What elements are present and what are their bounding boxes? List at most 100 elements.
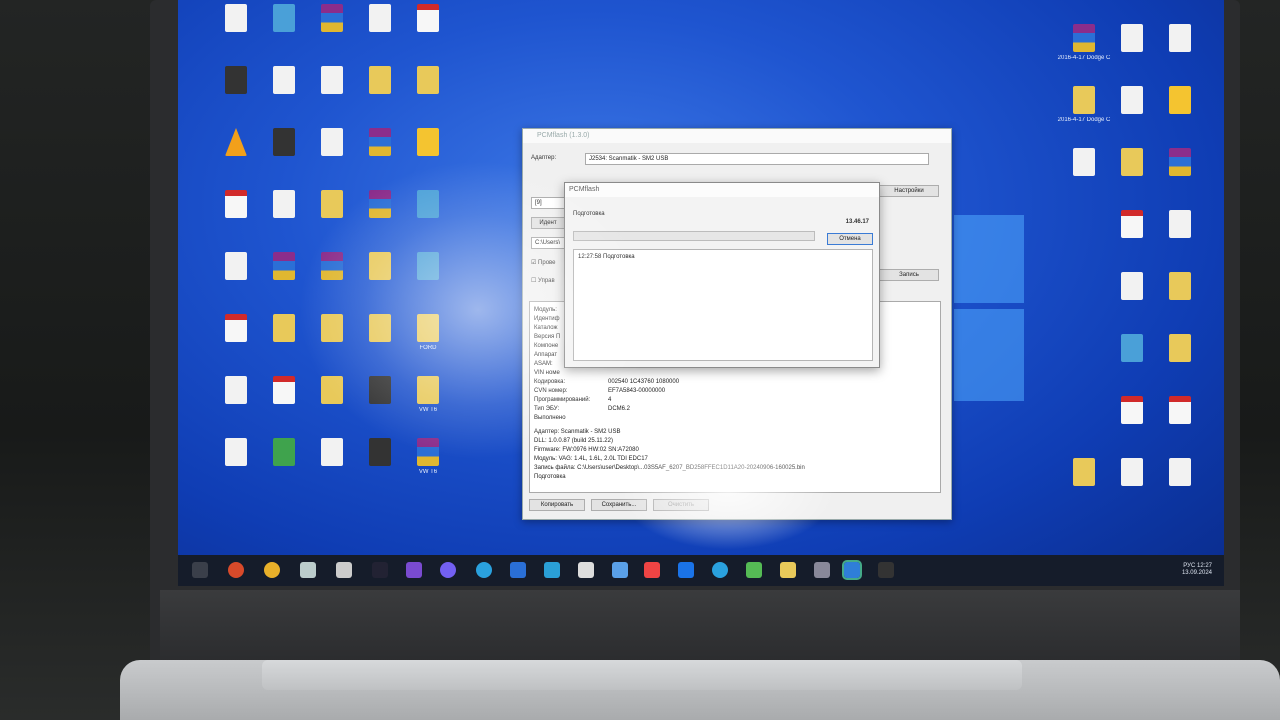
- desktop-icon[interactable]: [1152, 396, 1208, 458]
- progress-dialog[interactable]: PCMflash Подготовка 13.46.17 Отмена 12:2…: [564, 182, 880, 368]
- dark-icon: [369, 376, 391, 404]
- desktop-icon[interactable]: [400, 252, 456, 314]
- path-field[interactable]: C:\Users\: [531, 237, 565, 249]
- telegram-icon[interactable]: [712, 562, 728, 578]
- pdf-icon: [1121, 396, 1143, 424]
- identify-button[interactable]: Идент: [531, 217, 565, 229]
- save-button[interactable]: Сохранить...: [591, 499, 647, 511]
- file-icon: [321, 438, 343, 466]
- file-icon: [1169, 458, 1191, 486]
- desktop-icon[interactable]: [400, 66, 456, 128]
- module-select[interactable]: [9]: [531, 197, 565, 209]
- rar-icon: [321, 4, 343, 32]
- pcmflash-taskbar-icon[interactable]: [842, 560, 862, 580]
- rar-icon: [417, 438, 439, 466]
- app-icon[interactable]: [544, 562, 560, 578]
- file-icon: [1169, 24, 1191, 52]
- verify-label: Прове: [538, 260, 556, 266]
- app-icon[interactable]: [372, 562, 388, 578]
- pdf-icon: [417, 4, 439, 32]
- progress-status: Подготовка: [573, 211, 605, 217]
- desktop-icon-label: FORD: [419, 345, 437, 351]
- clock-time[interactable]: 12:27: [1197, 563, 1212, 569]
- app-icon[interactable]: [746, 562, 762, 578]
- desktop-icon[interactable]: [1152, 334, 1208, 396]
- pdf-icon: [225, 190, 247, 218]
- desktop-icon[interactable]: [1152, 24, 1208, 86]
- opera-icon[interactable]: [228, 562, 244, 578]
- windows-logo-wallpaper: [954, 215, 1024, 405]
- net-icon: [273, 4, 295, 32]
- folder-icon: [369, 66, 391, 94]
- folder-icon: [1121, 148, 1143, 176]
- viber-icon[interactable]: [440, 562, 456, 578]
- net-icon: [417, 190, 439, 218]
- info-label: Идентиф: [534, 316, 560, 322]
- info-label: Выполнено: [534, 415, 566, 421]
- info-label: Каталож: [534, 325, 558, 331]
- control-checkbox[interactable]: ☐ Управ: [531, 277, 555, 284]
- app-icon[interactable]: [510, 562, 526, 578]
- desktop-icon[interactable]: [400, 4, 456, 66]
- folder-icon: [1073, 458, 1095, 486]
- system-tray[interactable]: РУС 12:27 13.09.2024: [1182, 563, 1212, 577]
- file-icon: [225, 376, 247, 404]
- chrome-icon[interactable]: [264, 562, 280, 578]
- app-icon[interactable]: [578, 562, 594, 578]
- info-label: Модуль:: [534, 307, 557, 313]
- app-icon[interactable]: [406, 562, 422, 578]
- start-icon[interactable]: [192, 562, 208, 578]
- app-icon[interactable]: [612, 562, 628, 578]
- folder-icon: [321, 190, 343, 218]
- app-icon[interactable]: [300, 562, 316, 578]
- laptop-chin: [160, 590, 1240, 668]
- info-label: Тип ЭБУ:: [534, 406, 560, 412]
- folder-icon: [417, 66, 439, 94]
- app-icon[interactable]: [644, 562, 660, 578]
- desktop-icon[interactable]: [1152, 86, 1208, 148]
- file-icon: [369, 4, 391, 32]
- desktop-icon[interactable]: VW T6: [400, 376, 456, 438]
- tray-language[interactable]: РУС: [1183, 563, 1195, 569]
- adapter-select[interactable]: J2534: Scanmatik - SM2 USB: [585, 153, 929, 165]
- desktop-icon[interactable]: [1152, 458, 1208, 520]
- help-icon: [417, 128, 439, 156]
- rar-icon: [321, 252, 343, 280]
- app-icon[interactable]: [678, 562, 694, 578]
- desktop-icon[interactable]: [400, 128, 456, 190]
- folder-icon: [321, 376, 343, 404]
- desktop-icon[interactable]: VW T6: [400, 438, 456, 500]
- clock-date[interactable]: 13.09.2024: [1182, 570, 1212, 576]
- copy-button[interactable]: Копировать: [529, 499, 585, 511]
- info-label: CVN номер:: [534, 388, 568, 394]
- clear-button[interactable]: Очистить: [653, 499, 709, 511]
- progress-log[interactable]: 12:27:58 Подготовка: [573, 249, 873, 361]
- net-icon: [1121, 334, 1143, 362]
- settings-button[interactable]: Настройки: [879, 185, 939, 197]
- desktop-icon[interactable]: [1152, 272, 1208, 334]
- folder-icon: [369, 252, 391, 280]
- log-line: Firmware: FW:0976 HW:02 SN:A72080: [534, 447, 639, 453]
- rar-icon: [369, 128, 391, 156]
- write-button[interactable]: Запись: [879, 269, 939, 281]
- telegram-icon[interactable]: [476, 562, 492, 578]
- desktop-icon[interactable]: [1152, 148, 1208, 210]
- explorer-icon[interactable]: [336, 562, 352, 578]
- dark-icon: [369, 438, 391, 466]
- file-icon: [273, 66, 295, 94]
- log-line: Запись файла: C:\Users\user\Desktop\...0…: [534, 465, 805, 471]
- desktop-icon[interactable]: [1152, 210, 1208, 272]
- log-line: DLL: 1.0.0.87 (build 25.11.22): [534, 438, 613, 444]
- desktop-icon[interactable]: FORD: [400, 314, 456, 376]
- app-icon[interactable]: [814, 562, 830, 578]
- app-icon[interactable]: [878, 562, 894, 578]
- info-value: 4: [608, 397, 612, 403]
- desktop-icon[interactable]: [400, 190, 456, 252]
- file-icon: [1121, 86, 1143, 114]
- cancel-button[interactable]: Отмена: [827, 233, 873, 245]
- info-label: Аппарат: [534, 352, 558, 358]
- folder-icon[interactable]: [780, 562, 796, 578]
- desktop-icon-label: VW T6: [418, 469, 438, 475]
- verify-checkbox[interactable]: ☑ Прове: [531, 259, 556, 266]
- pdf-icon: [1169, 396, 1191, 424]
